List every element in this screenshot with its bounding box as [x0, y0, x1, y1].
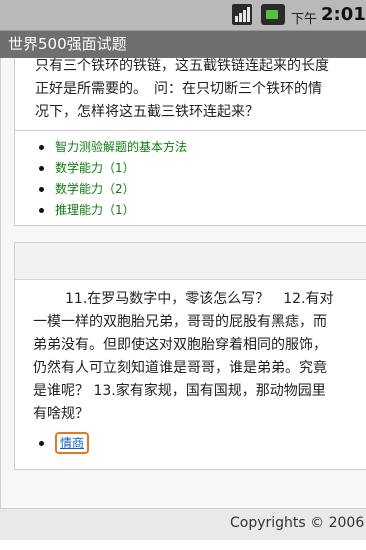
related-links: 智力测验解题的基本方法 数学能力（1） 数学能力（2） 推理能力（1）: [15, 131, 366, 221]
question-line: 是谁呢？ 13.家有家规，国有国规，那动物园里: [33, 383, 326, 399]
copyright-text: Copyrights © 2006: [230, 515, 365, 531]
question-line: 正好是所需要的。 问：在只切断三个铁环的情: [35, 81, 322, 97]
signal-icon: [232, 4, 252, 25]
related-link[interactable]: 数学能力（2）: [39, 179, 366, 200]
tag-link-focused[interactable]: 情商: [55, 432, 90, 454]
related-link[interactable]: 智力测验解题的基本方法: [39, 137, 366, 158]
question-card-2: 11.在罗马数字中，零该怎么写？ 12.有对 一模一样的双胞胎兄弟，哥哥的屁股有…: [14, 242, 366, 470]
question-line: 11.在罗马数字中，零该怎么写？ 12.有对: [65, 291, 334, 307]
tag-list: 情商: [15, 426, 366, 454]
app-title: 世界500强面试题: [8, 35, 127, 53]
question-line: 仍然有人可立刻知道谁是哥哥，谁是弟弟。究竟: [33, 360, 327, 376]
app-title-bar: 世界500强面试题: [0, 31, 366, 58]
question-text: 11.在罗马数字中，零该怎么写？ 12.有对 一模一样的双胞胎兄弟，哥哥的屁股有…: [15, 280, 366, 426]
question-line: 有啥规？: [33, 406, 89, 422]
bottom-strip: [0, 540, 366, 550]
question-text: 只有三个铁环的铁链，这五截铁链连起来的长度 正好是所需要的。 问：在只切断三个铁…: [15, 58, 366, 124]
question-line: 只有三个铁环的铁链，这五截铁链连起来的长度: [35, 58, 329, 74]
footer: Copyrights © 2006: [0, 508, 366, 541]
question-line: 况下，怎样将这五截三铁环连起来？: [35, 104, 259, 120]
question-card-1: 只有三个铁环的铁链，这五截铁链连起来的长度 正好是所需要的。 问：在只切断三个铁…: [14, 58, 366, 226]
card-header: [15, 243, 366, 280]
question-line: 一模一样的双胞胎兄弟，哥哥的屁股有黑痣，而: [33, 314, 327, 330]
content-scroll-area[interactable]: 只有三个铁环的铁链，这五截铁链连起来的长度 正好是所需要的。 问：在只切断三个铁…: [0, 58, 366, 508]
status-ampm: 下午: [291, 12, 318, 27]
status-bar: 下午 2:01: [0, 0, 366, 31]
left-border: [0, 58, 1, 508]
status-time: 2:01: [321, 4, 366, 25]
battery-icon: [261, 4, 285, 25]
related-link[interactable]: 数学能力（1）: [39, 158, 366, 179]
question-line: 弟弟没有。但即使这对双胞胎穿着相同的服饰，: [33, 337, 327, 353]
related-link[interactable]: 推理能力（1）: [39, 200, 366, 221]
